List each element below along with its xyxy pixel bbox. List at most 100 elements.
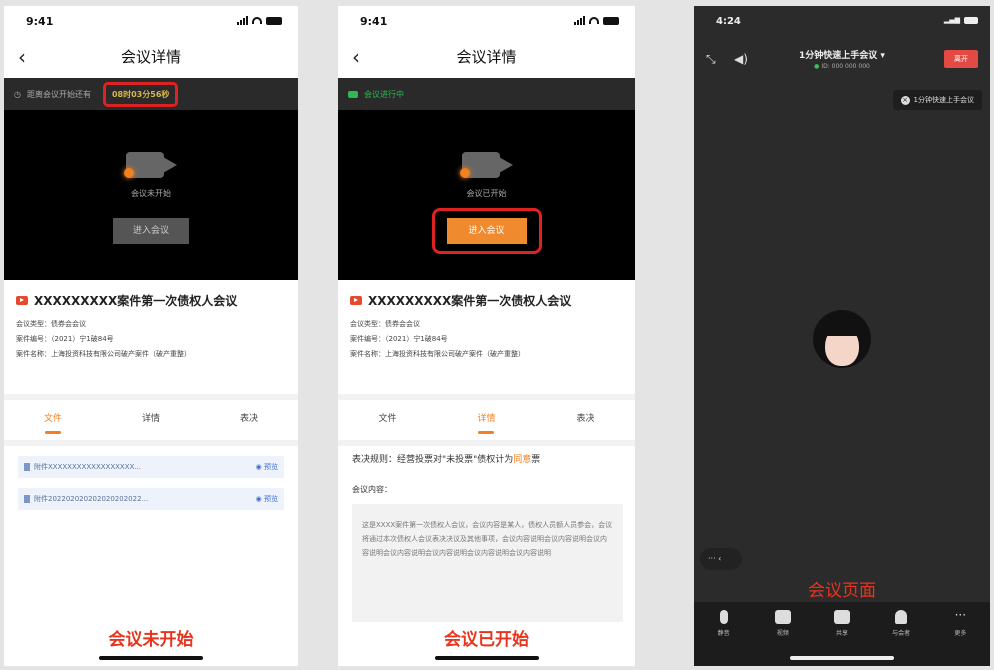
share-screen-icon (833, 610, 850, 624)
battery-icon (266, 16, 282, 25)
vote-rule-suffix: 票 (531, 455, 541, 465)
tab-files[interactable]: 文件 (36, 405, 70, 430)
tab-files[interactable]: 文件 (370, 405, 404, 430)
status-bar: 9:41 (338, 6, 635, 36)
case-number: 案件编号：（2021）宁1破84号 (350, 335, 448, 343)
status-indicators (237, 16, 282, 25)
meeting-title: XXXXXXXXX案件第一次债权人会议 (350, 292, 625, 309)
file-name: 附件202202020202020202022... (34, 495, 149, 503)
caption: 会议页面 (808, 581, 876, 601)
tab-bar: 文件 详情 表决 (4, 394, 298, 434)
phone-screen-started: 9:41 ‹ 会议详情 会议进行中 会议已开始 进入会议 XXXXXXXXX案件… (338, 6, 635, 666)
video-area: 会议进行中 会议已开始 进入会议 (338, 78, 635, 280)
case-name: 案件名称：上海投资科技有限公司破产案件（破产重整） (350, 350, 525, 358)
video-status-text: 会议已开始 (466, 189, 507, 198)
more-icon: ··· (954, 608, 967, 622)
content-label: 会议内容： (352, 485, 392, 494)
person-icon (895, 610, 908, 624)
signal-icon (574, 16, 585, 25)
join-meeting-button[interactable]: 进入会议 (113, 218, 189, 244)
tool-label: 视频 (776, 630, 789, 637)
file-item[interactable]: 附件202202020202020202022... ◉ 预览 (18, 488, 284, 510)
mute-button[interactable]: 静音 (704, 610, 744, 666)
video-off-icon (774, 610, 791, 624)
file-name: 附件XXXXXXXXXXXXXXXXXX... (34, 463, 141, 471)
preview-link[interactable]: ◉ 预览 (256, 494, 278, 504)
countdown-bar: ◷ 距离会议开始还有 08时03分56秒 (4, 78, 298, 110)
status-indicators: ▂▄▆ (944, 16, 978, 24)
tab-bar: 文件 详情 表决 (338, 394, 635, 434)
caption: 会议已开始 (444, 630, 529, 650)
tool-label: 更多 (954, 630, 967, 637)
vote-rule-highlight: 同意 (513, 455, 532, 465)
tab-details[interactable]: 详情 (134, 405, 168, 430)
tool-label: 静音 (717, 630, 730, 637)
highlight-frame: 进入会议 (431, 208, 542, 254)
home-indicator (434, 656, 539, 660)
status-time: 4:24 (716, 16, 741, 27)
video-area: ◷ 距离会议开始还有 08时03分56秒 会议未开始 进入会议 (4, 78, 298, 280)
meeting-header: ⤡ ◀) 1分钟快速上手会议 ▾ ● ID: 000 000 000 离开 (694, 46, 990, 82)
countdown-label: 距离会议开始还有 (26, 89, 91, 99)
video-icon (16, 296, 28, 305)
countdown-value: 08时03分56秒 (102, 81, 179, 107)
back-icon[interactable]: ‹ (352, 36, 360, 78)
camera-icon (122, 146, 180, 182)
meeting-type: 会议类型：债券会会议 (350, 320, 420, 328)
tab-vote[interactable]: 表决 (568, 405, 602, 430)
leave-button[interactable]: 离开 (944, 50, 978, 68)
live-bar: 会议进行中 (338, 78, 635, 110)
minimize-icon[interactable]: ⤡ (706, 52, 716, 67)
live-label: 会议进行中 (364, 89, 404, 99)
home-indicator (99, 656, 203, 660)
status-bar: 4:24 ▂▄▆ (694, 6, 990, 36)
tool-label: 与会者 (892, 630, 911, 637)
live-icon (348, 90, 358, 98)
tab-vote[interactable]: 表决 (232, 405, 266, 430)
divider (4, 440, 298, 446)
avatar (813, 310, 871, 368)
case-name: 案件名称：上海投资科技有限公司破产案件（破产重整） (16, 350, 191, 358)
nav-bar: ‹ 会议详情 (338, 36, 635, 78)
home-indicator (790, 656, 894, 660)
microphone-icon (719, 610, 728, 624)
wifi-icon (589, 17, 599, 24)
status-bar: 9:41 (4, 6, 298, 36)
video-icon (350, 296, 362, 305)
meeting-id: ● ID: 000 000 000 (814, 63, 870, 70)
status-indicators (574, 16, 619, 25)
tab-details[interactable]: 详情 (469, 405, 503, 430)
signal-icon: ▂▄▆ (943, 16, 960, 24)
file-icon (24, 463, 30, 471)
vote-rule: 表决规则：经营投票对"未投票"债权计为同意票 (352, 452, 625, 465)
clock-icon: ◷ (14, 89, 21, 99)
content-box: 这是XXXX案件第一次债权人会议，会议内容是某人，债权人员额人员参会，会议将通过… (352, 504, 623, 622)
status-time: 9:41 (26, 15, 54, 28)
join-meeting-button[interactable]: 进入会议 (446, 218, 527, 244)
caption: 会议未开始 (108, 630, 194, 650)
meeting-title-text: XXXXXXXXX案件第一次债权人会议 (368, 294, 572, 308)
meeting-type: 会议类型：债券会会议 (16, 320, 86, 328)
meeting-title[interactable]: 1分钟快速上手会议 ▾ (799, 48, 885, 61)
case-number: 案件编号：（2021）宁1破84号 (16, 335, 114, 343)
back-icon[interactable]: ‹ (18, 36, 26, 78)
divider (338, 440, 635, 446)
speaker-icon[interactable]: ◀) (734, 52, 748, 66)
pill-label: 1分钟快速上手会议 (913, 96, 974, 104)
meeting-title-text: XXXXXXXXX案件第一次债权人会议 (34, 294, 238, 308)
file-item[interactable]: 附件XXXXXXXXXXXXXXXXXX... ◉ 预览 (18, 456, 284, 478)
phone-screen-not-started: 9:41 ‹ 会议详情 ◷ 距离会议开始还有 08时03分56秒 会议未开始 进… (4, 6, 298, 666)
more-button[interactable]: ··· 更多 (940, 608, 980, 666)
meeting-name-pill[interactable]: × 1分钟快速上手会议 (892, 90, 982, 110)
meeting-info: XXXXXXXXX案件第一次债权人会议 会议类型：债券会会议 案件编号：（202… (350, 292, 625, 364)
chat-button[interactable]: ··· ‹ (700, 548, 742, 570)
battery-icon (603, 16, 619, 25)
tool-label: 共享 (835, 630, 848, 637)
signal-icon (237, 16, 248, 25)
vote-rule-text: 表决规则：经营投票对"未投票"债权计为 (352, 455, 514, 465)
nav-bar: ‹ 会议详情 (4, 36, 298, 78)
battery-icon (964, 16, 978, 24)
preview-link[interactable]: ◉ 预览 (256, 462, 278, 472)
video-status-text: 会议未开始 (131, 189, 171, 198)
phone-screen-meeting: 4:24 ▂▄▆ ⤡ ◀) 1分钟快速上手会议 ▾ ● ID: 000 000 … (694, 6, 990, 666)
